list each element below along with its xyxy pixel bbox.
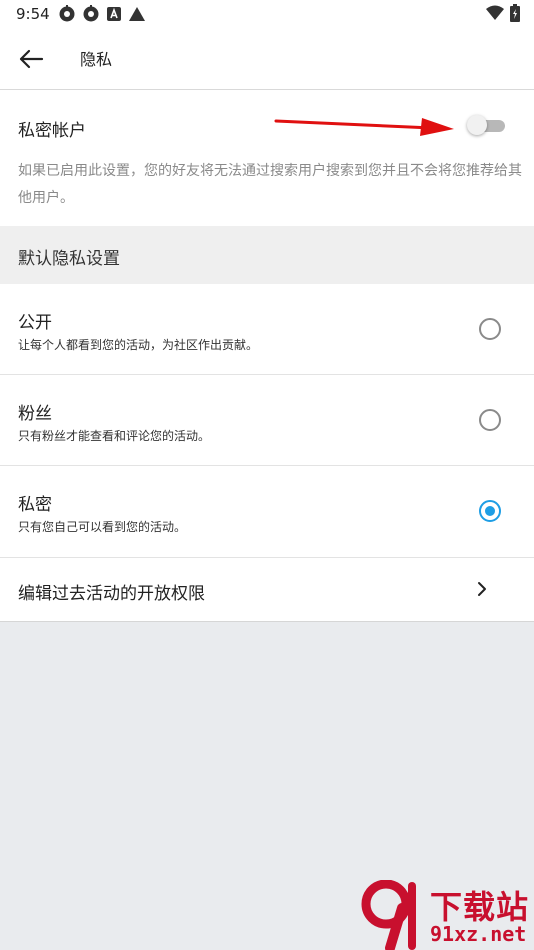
android-a-icon	[107, 7, 121, 21]
back-button[interactable]	[14, 44, 48, 74]
page-title: 隐私	[80, 50, 113, 69]
status-bar: 9:54	[0, 0, 534, 28]
edit-past-activities-row[interactable]: 编辑过去活动的开放权限	[0, 558, 534, 622]
chevron-right-icon	[478, 582, 486, 596]
radio-button-public[interactable]	[479, 318, 501, 340]
privacy-option-public[interactable]: 公开 让每个人都看到您的活动，为社区作出贡献。	[0, 284, 534, 375]
radio-button-private[interactable]	[479, 500, 501, 522]
annotation-arrow-icon	[274, 118, 454, 136]
watermark: 下载站 91xz.net	[360, 880, 534, 950]
private-account-section: 私密帐户 如果已启用此设置，您的好友将无法通过搜索用户搜索到您并且不会将您推荐给…	[0, 90, 534, 226]
app-bar: 隐私	[0, 28, 534, 90]
privacy-option-followers[interactable]: 粉丝 只有粉丝才能查看和评论您的活动。	[0, 375, 534, 466]
watermark-domain: 91xz.net	[430, 922, 527, 946]
status-icons-left	[58, 5, 146, 23]
option-title: 公开	[18, 313, 52, 333]
status-icons-right	[486, 4, 520, 22]
edit-past-activities-label: 编辑过去活动的开放权限	[18, 584, 205, 604]
battery-charging-icon	[510, 4, 520, 22]
wifi-icon	[486, 5, 504, 20]
status-time: 9:54	[16, 5, 50, 23]
option-description: 只有您自己可以看到您的活动。	[18, 520, 187, 534]
private-account-label: 私密帐户	[18, 121, 86, 141]
default-privacy-header-label: 默认隐私设置	[18, 249, 120, 269]
radio-button-followers[interactable]	[479, 409, 501, 431]
private-account-toggle[interactable]	[467, 115, 505, 135]
default-privacy-header: 默认隐私设置	[0, 226, 534, 284]
triangle-icon	[129, 7, 145, 21]
private-account-description: 如果已启用此设置，您的好友将无法通过搜索用户搜索到您并且不会将您推荐给其他用户。	[18, 163, 522, 206]
option-description: 让每个人都看到您的活动，为社区作出贡献。	[18, 338, 259, 352]
arrow-left-icon	[19, 49, 44, 69]
settings-gear-icon	[83, 5, 99, 22]
watermark-logo-icon	[361, 880, 416, 950]
option-description: 只有粉丝才能查看和评论您的活动。	[18, 429, 211, 443]
option-title: 粉丝	[18, 404, 52, 424]
settings-gear-icon	[59, 5, 75, 22]
privacy-option-private[interactable]: 私密 只有您自己可以看到您的活动。	[0, 466, 534, 558]
option-title: 私密	[18, 495, 52, 515]
toggle-thumb	[467, 115, 487, 135]
